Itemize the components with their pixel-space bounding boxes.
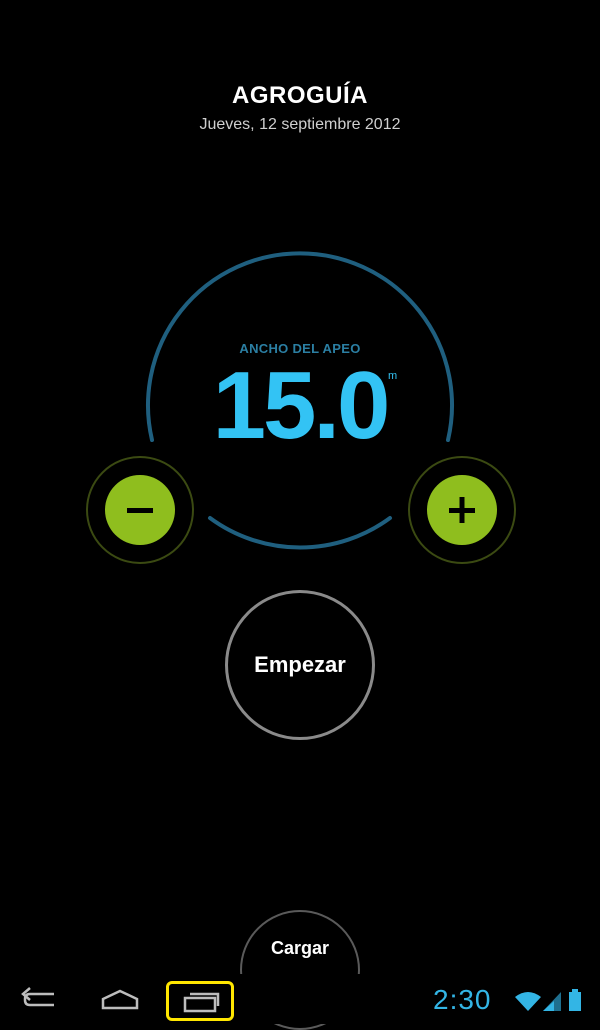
system-navigation-bar — [0, 974, 600, 1024]
signal-icon — [543, 992, 561, 1011]
wifi-icon — [515, 992, 541, 1011]
status-clock: 2:30 — [433, 984, 492, 1015]
home-icon[interactable] — [100, 988, 140, 1012]
plus-icon — [449, 497, 475, 523]
recent-apps-icon[interactable] — [182, 990, 220, 1014]
increase-button[interactable] — [408, 456, 516, 564]
load-button-label: Cargar — [270, 938, 330, 958]
dial-unit: m — [388, 370, 398, 382]
start-button[interactable]: Empezar — [225, 590, 375, 740]
dial-value: 15.0 — [212, 352, 391, 459]
decrease-button[interactable] — [86, 456, 194, 564]
back-icon[interactable] — [20, 986, 60, 1016]
start-button-label: Empezar — [254, 652, 346, 677]
minus-icon — [127, 508, 153, 513]
decrease-button-face[interactable] — [105, 475, 175, 545]
dial-ring-lower — [208, 516, 392, 550]
increase-button-face[interactable] — [427, 475, 497, 545]
battery-icon — [569, 989, 581, 1011]
